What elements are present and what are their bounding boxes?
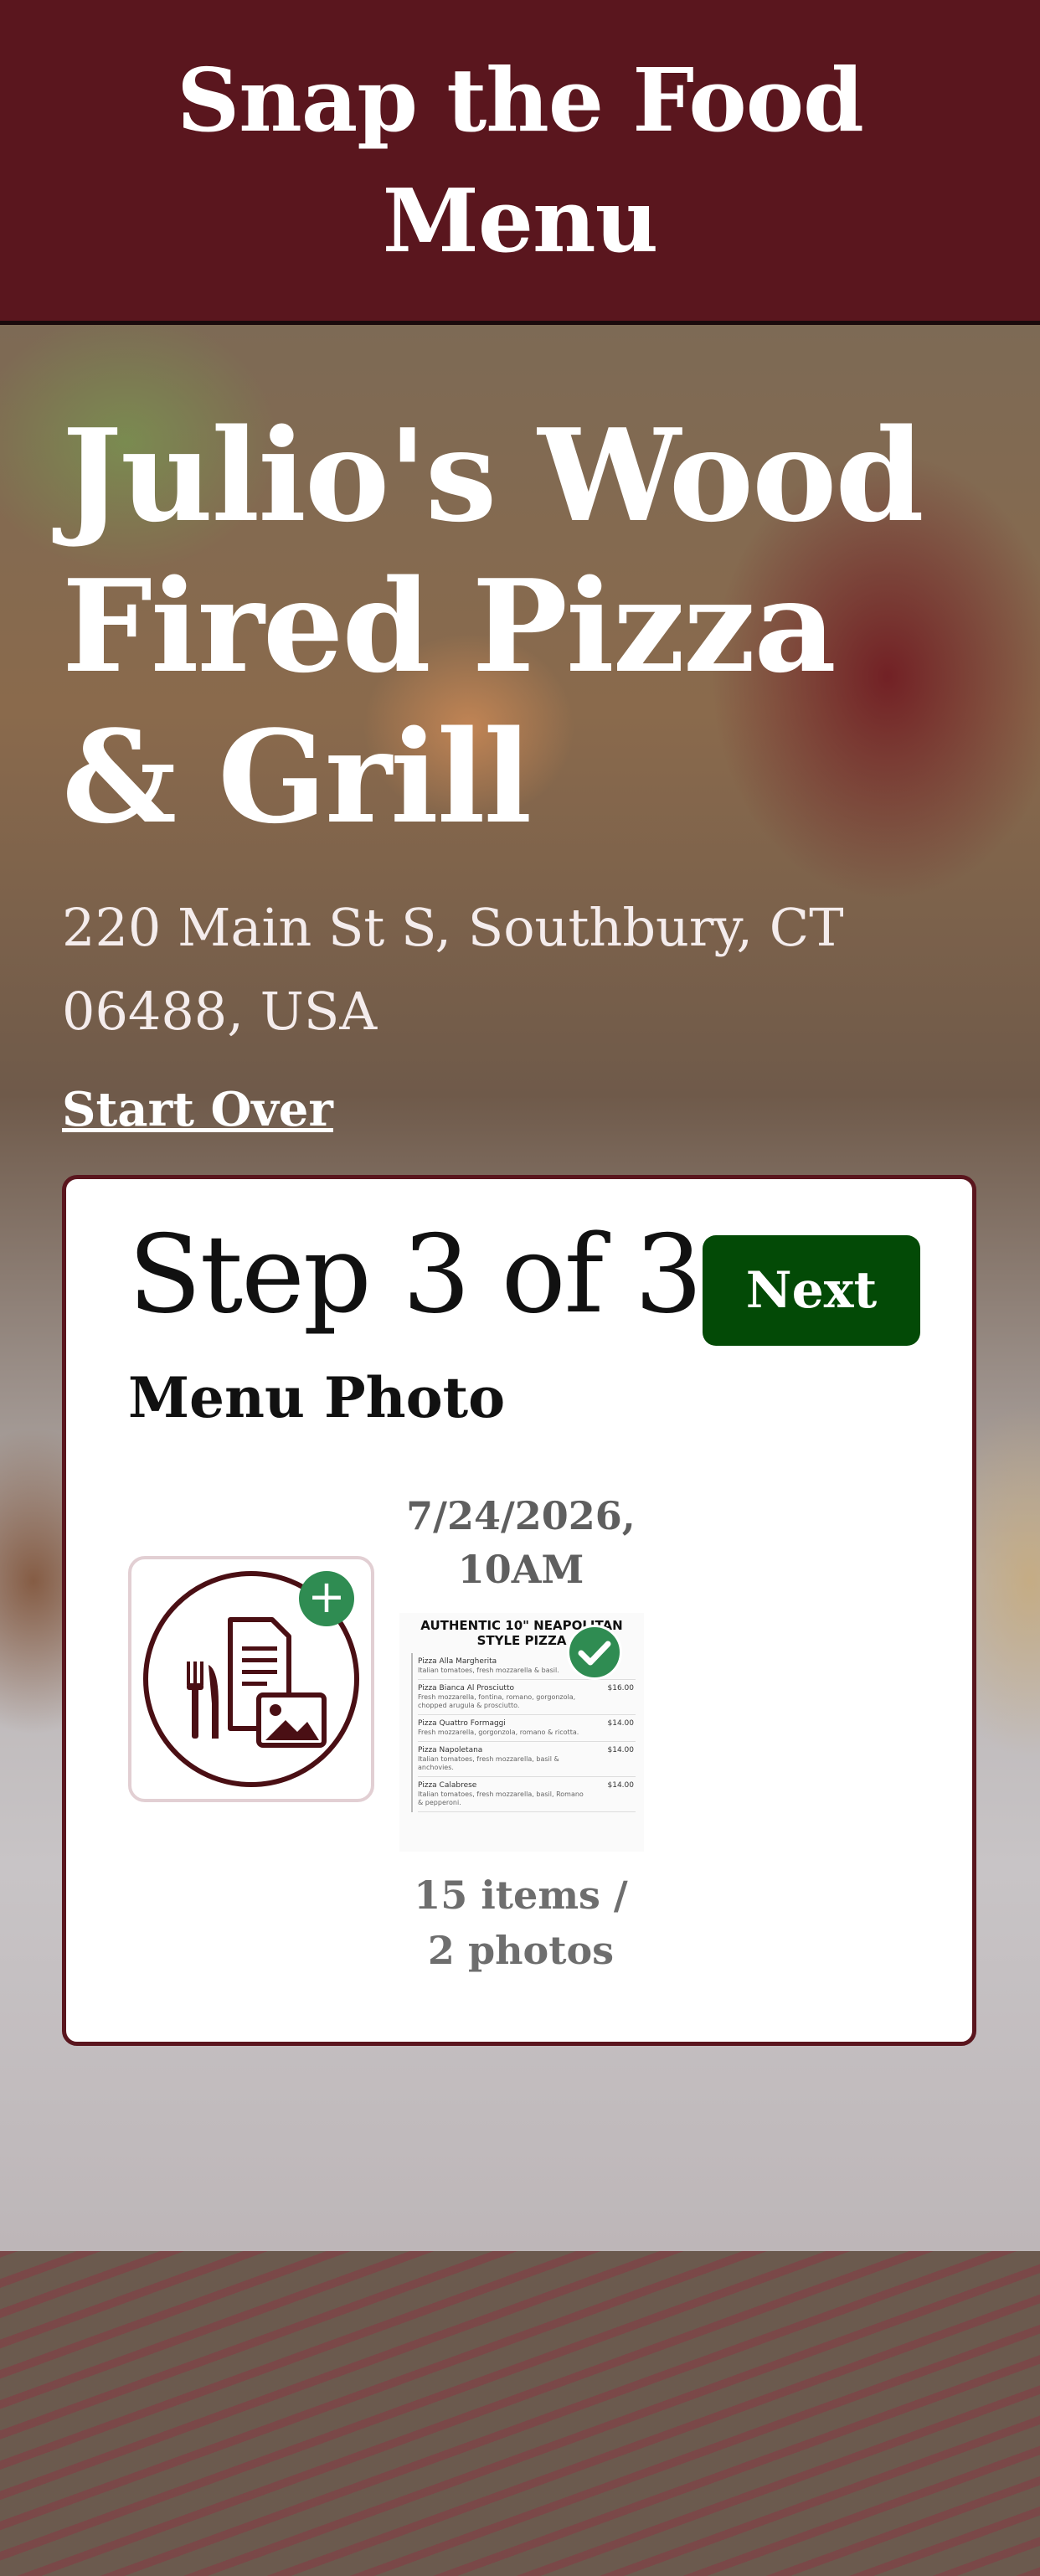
step-indicator: Step 3 of 3 bbox=[128, 1213, 703, 1337]
item-price: $14.00 bbox=[607, 1746, 635, 1754]
item-price: $16.00 bbox=[607, 1684, 635, 1692]
next-button[interactable]: Next bbox=[703, 1235, 920, 1346]
check-icon bbox=[567, 1625, 622, 1680]
list-item: Pizza Napoletana $14.00 Italian tomatoes… bbox=[418, 1742, 636, 1777]
item-price: $14.00 bbox=[607, 1719, 635, 1728]
item-description: Italian tomatoes, fresh mozzarella & bas… bbox=[418, 1667, 559, 1674]
add-plus-icon: + bbox=[299, 1571, 354, 1626]
list-item: Pizza Quattro Formaggi $14.00 Fresh mozz… bbox=[418, 1715, 636, 1742]
restaurant-address: 220 Main St S, Southbury, CT 06488, USA bbox=[62, 897, 844, 1042]
item-description: Italian tomatoes, fresh mozzarella, basi… bbox=[418, 1790, 584, 1806]
add-menu-photo-button[interactable]: + bbox=[128, 1556, 374, 1802]
tablecloth-stripes bbox=[0, 2251, 1040, 2576]
list-item: Pizza Bianca Al Prosciutto $16.00 Fresh … bbox=[418, 1680, 636, 1715]
item-description: Fresh mozzarella, gorgonzola, romano & r… bbox=[418, 1728, 579, 1736]
item-price: $14.00 bbox=[607, 1781, 635, 1790]
item-name: Pizza Quattro Formaggi bbox=[418, 1719, 506, 1728]
photo-timestamp: 7/24/2026, 10AM bbox=[406, 1493, 636, 1592]
app-header: Snap the Food Menu bbox=[0, 0, 1040, 325]
item-name: Pizza Bianca Al Prosciutto bbox=[418, 1684, 514, 1692]
item-name: Pizza Alla Margherita bbox=[418, 1657, 497, 1666]
item-name: Pizza Napoletana bbox=[418, 1746, 483, 1754]
item-description: Italian tomatoes, fresh mozzarella, basi… bbox=[418, 1755, 559, 1771]
photo-item-count: 15 items / 2 photos bbox=[414, 1873, 628, 1973]
section-title: Menu Photo bbox=[128, 1365, 506, 1430]
item-name: Pizza Calabrese bbox=[418, 1781, 477, 1790]
page-title: Snap the Food Menu bbox=[177, 48, 864, 272]
list-item: Pizza Calabrese $14.00 Italian tomatoes,… bbox=[418, 1777, 636, 1812]
start-over-link[interactable]: Start Over bbox=[62, 1080, 333, 1139]
restaurant-name: Julio's Wood Fired Pizza & Grill bbox=[62, 400, 924, 852]
menu-photo-thumbnail[interactable]: AUTHENTIC 10" NEAPOLITAN STYLE PIZZA Piz… bbox=[399, 1613, 644, 1852]
item-description: Fresh mozzarella, fontina, romano, gorgo… bbox=[418, 1693, 576, 1709]
step-card: Step 3 of 3 Next Menu Photo + 7/24/2026,… bbox=[62, 1175, 976, 2046]
